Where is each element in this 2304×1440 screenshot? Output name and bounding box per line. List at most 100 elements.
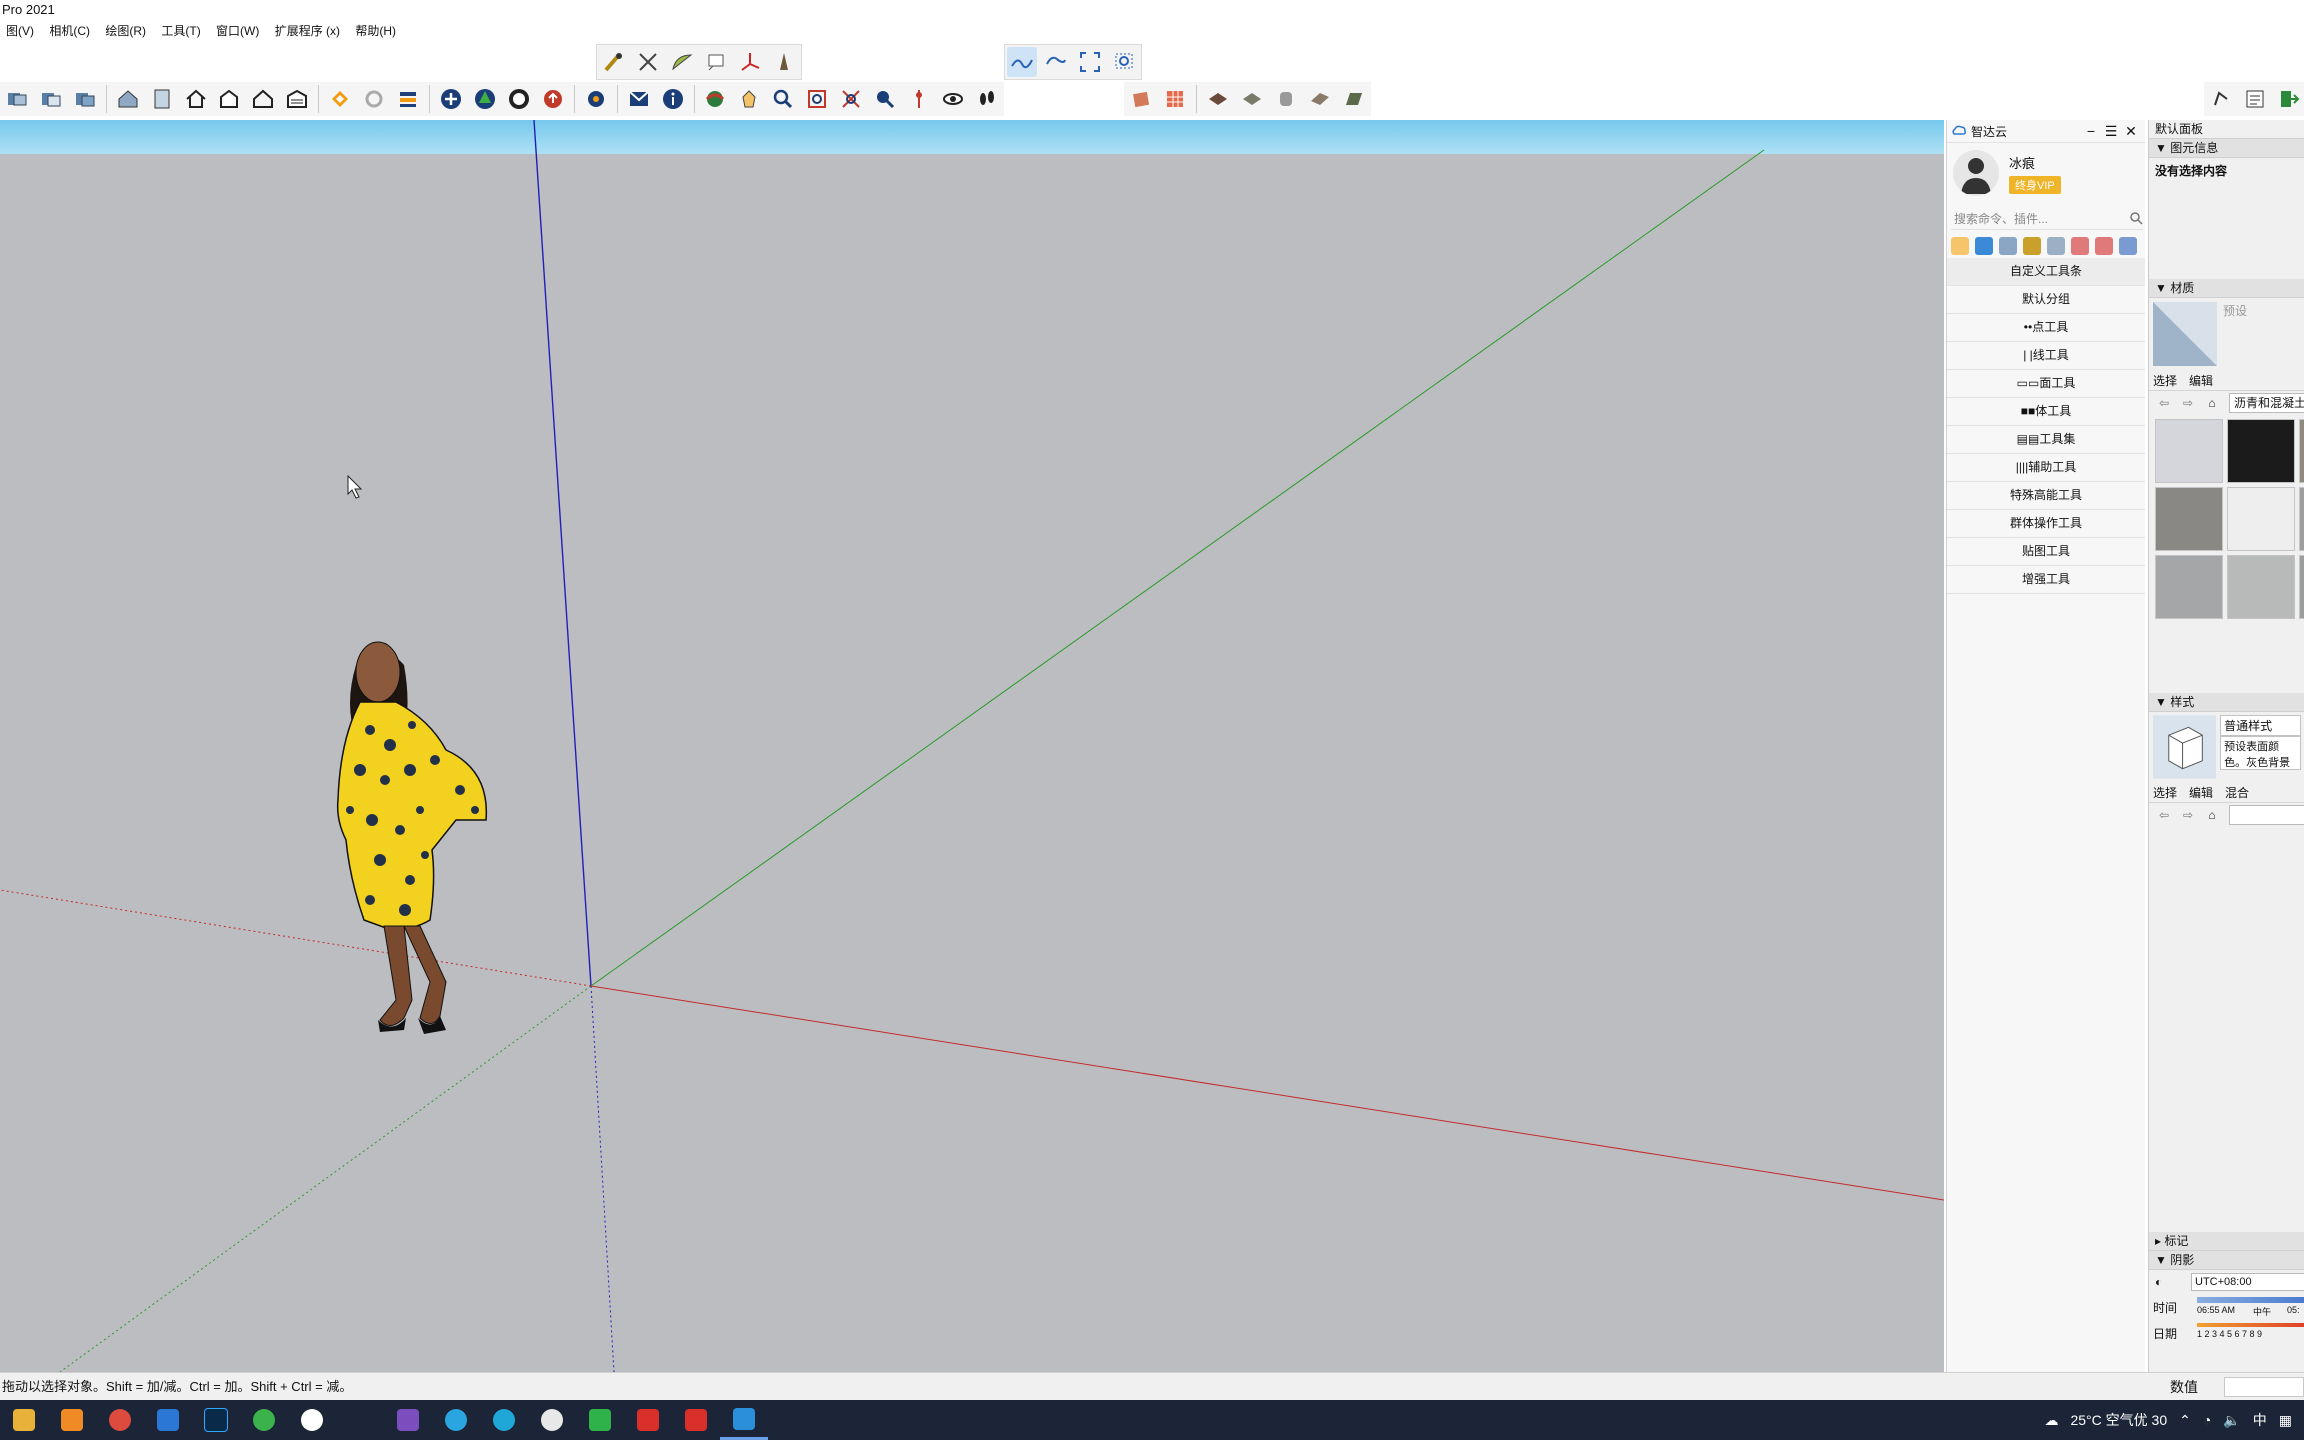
chevron-up-icon[interactable]: ⌃ xyxy=(2179,1412,2191,1429)
wps-icon[interactable] xyxy=(672,1400,720,1440)
tab-style-edit[interactable]: 编辑 xyxy=(2189,784,2213,801)
zoom-window-icon[interactable] xyxy=(1109,47,1139,77)
zoom-extents-icon[interactable] xyxy=(1075,47,1105,77)
app-red-icon[interactable] xyxy=(624,1400,672,1440)
volume-icon[interactable]: 🔈 xyxy=(2223,1412,2240,1429)
sandbox-smoove-icon[interactable] xyxy=(1007,47,1037,77)
material-swatch[interactable] xyxy=(2155,555,2223,619)
grid-icon[interactable] xyxy=(1999,237,2017,255)
menu-draw[interactable]: 绘图(R) xyxy=(99,20,152,42)
forward-icon[interactable]: ⇨ xyxy=(2181,396,2195,410)
menu-view[interactable]: 图(V) xyxy=(0,20,40,42)
menu-camera[interactable]: 相机(C) xyxy=(43,20,96,42)
photoshop-icon[interactable] xyxy=(192,1400,240,1440)
zoom-icon[interactable] xyxy=(768,84,798,114)
material-library-select[interactable]: 沥青和混凝土 xyxy=(2229,393,2304,413)
material-swatch[interactable] xyxy=(2155,487,2223,551)
group-face-tools[interactable]: ▭▭面工具 xyxy=(1947,370,2145,398)
garage-icon[interactable] xyxy=(282,84,312,114)
keyboard-icon[interactable]: ▦ xyxy=(2279,1412,2292,1429)
tab-style-select[interactable]: 选择 xyxy=(2153,784,2177,801)
texture-grid-icon[interactable] xyxy=(1160,84,1190,114)
chrome-icon[interactable] xyxy=(96,1400,144,1440)
group-line-tools[interactable]: | |线工具 xyxy=(1947,342,2145,370)
material-swatch[interactable] xyxy=(2227,419,2295,483)
timezone-select[interactable]: UTC+08:00 xyxy=(2191,1273,2304,1291)
browser-icon[interactable] xyxy=(240,1400,288,1440)
style-library-select[interactable] xyxy=(2229,805,2304,825)
group-helper-tools[interactable]: ||||辅助工具 xyxy=(1947,454,2145,482)
hand-tool-icon[interactable] xyxy=(2206,84,2236,114)
book-icon[interactable] xyxy=(147,84,177,114)
texture-flat-icon[interactable] xyxy=(1339,84,1369,114)
style-name[interactable]: 普通样式 xyxy=(2220,715,2301,736)
group-solid-tools[interactable]: ■■体工具 xyxy=(1947,398,2145,426)
hat-alt-icon[interactable] xyxy=(2095,237,2113,255)
xbox-icon[interactable] xyxy=(336,1400,384,1440)
front-view-icon[interactable] xyxy=(70,84,100,114)
dimension-icon[interactable] xyxy=(633,47,663,77)
bookmark-icon[interactable] xyxy=(2047,237,2065,255)
minimize-icon[interactable]: − xyxy=(2081,123,2101,139)
wechat-icon[interactable] xyxy=(576,1400,624,1440)
texture-plane-icon[interactable] xyxy=(1305,84,1335,114)
zoom-extents-icon[interactable] xyxy=(836,84,866,114)
telegram-icon[interactable] xyxy=(432,1400,480,1440)
time-slider[interactable] xyxy=(2197,1297,2304,1303)
material-swatch[interactable] xyxy=(2227,487,2295,551)
house-front-icon[interactable] xyxy=(215,84,245,114)
protractor-icon[interactable] xyxy=(667,47,697,77)
orbit-icon[interactable] xyxy=(701,84,731,114)
export-icon[interactable] xyxy=(2274,84,2304,114)
back-icon[interactable]: ⇦ xyxy=(2157,396,2171,410)
gear-icon[interactable] xyxy=(1975,237,1993,255)
checker-icon[interactable] xyxy=(504,84,534,114)
refresh-icon[interactable] xyxy=(359,84,389,114)
home-icon[interactable]: ⌂ xyxy=(2205,396,2219,410)
material-swatch[interactable] xyxy=(2299,419,2304,483)
visual-studio-icon[interactable] xyxy=(384,1400,432,1440)
group-point-tools[interactable]: ••点工具 xyxy=(1947,314,2145,342)
gear-icon[interactable] xyxy=(581,84,611,114)
layers-icon[interactable] xyxy=(393,84,423,114)
warehouse-icon[interactable] xyxy=(325,84,355,114)
plugin-search[interactable]: 搜索命令、插件... xyxy=(1951,207,2143,230)
hat-icon[interactable] xyxy=(2071,237,2089,255)
add-circle-icon[interactable] xyxy=(436,84,466,114)
menu-icon[interactable]: ☰ xyxy=(2101,123,2121,140)
material-swatch[interactable] xyxy=(2299,487,2304,551)
tab-style-mix[interactable]: 混合 xyxy=(2225,784,2249,801)
group-default[interactable]: 默认分组 xyxy=(1947,286,2145,314)
tape-measure-icon[interactable] xyxy=(599,47,629,77)
forward-icon[interactable]: ⇨ xyxy=(2181,808,2195,822)
group-enhance-tools[interactable]: 增强工具 xyxy=(1947,566,2145,594)
pan-icon[interactable] xyxy=(734,84,764,114)
tab-material-select[interactable]: 选择 xyxy=(2153,372,2177,389)
material-swatch[interactable] xyxy=(2227,555,2295,619)
tags-header[interactable]: ▸ 标记 xyxy=(2149,1232,2304,1251)
material-swatch[interactable] xyxy=(2155,419,2223,483)
menu-help[interactable]: 帮助(H) xyxy=(349,20,402,42)
menu-tools[interactable]: 工具(T) xyxy=(155,20,206,42)
group-texture-tools[interactable]: 贴图工具 xyxy=(1947,538,2145,566)
search-icon[interactable] xyxy=(2129,211,2143,225)
calculator-icon[interactable] xyxy=(144,1400,192,1440)
ime-indicator[interactable]: 中 xyxy=(2253,1410,2267,1430)
search-icon[interactable] xyxy=(48,1400,96,1440)
text-tool-icon[interactable] xyxy=(701,47,731,77)
styles-header[interactable]: ▼ 样式 xyxy=(2149,693,2304,712)
paint-bucket-icon[interactable] xyxy=(1126,84,1156,114)
home-icon[interactable] xyxy=(181,84,211,114)
zoom-window-icon[interactable] xyxy=(802,84,832,114)
menu-extensions[interactable]: 扩展程序 (x) xyxy=(269,20,346,42)
tab-material-edit[interactable]: 编辑 xyxy=(2189,372,2213,389)
avatar[interactable] xyxy=(1953,150,1999,196)
box-icon[interactable] xyxy=(2023,237,2041,255)
group-custom-toolbar[interactable]: 自定义工具条 xyxy=(1947,258,2145,286)
top-view-icon[interactable] xyxy=(36,84,66,114)
material-swatch[interactable] xyxy=(2299,555,2304,619)
axes-tool-icon[interactable] xyxy=(735,47,765,77)
model-viewport[interactable] xyxy=(0,120,1944,1372)
edge-icon[interactable] xyxy=(480,1400,528,1440)
house-outline-icon[interactable] xyxy=(248,84,278,114)
